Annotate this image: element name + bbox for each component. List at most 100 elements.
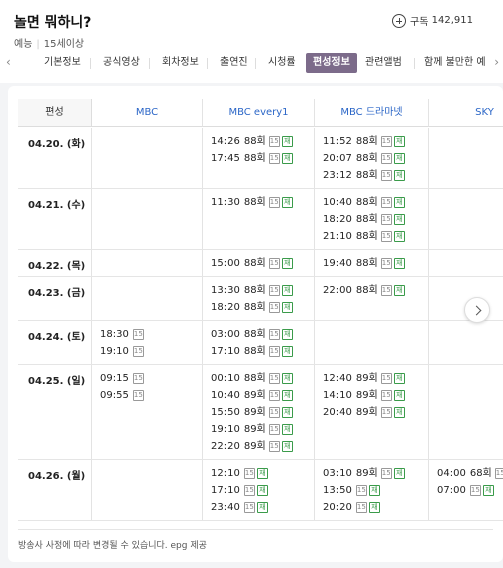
episode-number: 88회 — [243, 153, 266, 164]
tab-episode-info[interactable]: 회차정보 — [155, 53, 206, 73]
age-rating-badge: 15 — [380, 153, 392, 164]
schedule-cell — [429, 128, 503, 188]
rating-label: 15세이상 — [43, 39, 85, 50]
age-rating-badge: 15 — [268, 390, 280, 401]
schedule-date: 04.25. (일) — [18, 365, 92, 459]
age-rating-badge: 15 — [268, 302, 280, 313]
chevron-right-icon[interactable]: › — [494, 55, 499, 69]
schedule-cell: 12:40 89회 15 재 14:10 89회 15 재 20:40 89회 15 재 — [315, 365, 429, 459]
broadcast-entry: 00:10 88회 15 재 — [203, 370, 314, 387]
schedule-cell — [429, 365, 503, 459]
age-rating-badge: 15 — [380, 390, 392, 401]
tab-ratings[interactable]: 시청률 — [261, 53, 303, 73]
episode-number: 88회 — [355, 153, 378, 164]
broadcast-time: 19:10 — [100, 346, 129, 357]
tab-recommended[interactable]: 함께 불만한 예 — [417, 53, 487, 73]
rerun-badge: 재 — [281, 285, 293, 296]
age-rating-badge: 15 — [380, 373, 392, 384]
broadcast-entry: 09:15 15 — [92, 370, 202, 387]
schedule-note: 방송사 사정에 따라 변경될 수 있습니다. epg 제공 — [18, 541, 207, 551]
age-rating-badge: 15 — [132, 390, 144, 401]
chevron-left-icon[interactable]: ‹ — [6, 55, 11, 69]
schedule-cell: 04:0068회15재07:0015재 — [429, 460, 503, 520]
broadcast-entry: 23:12 88회 15 재 — [315, 167, 428, 184]
episode-number: 88회 — [243, 329, 266, 340]
broadcast-time: 23:40 — [211, 502, 240, 513]
episode-number: 89회 — [355, 468, 378, 479]
schedule-cell: 13:30 88회 15 재 18:20 88회 15 재 — [203, 277, 315, 320]
rerun-badge: 재 — [281, 153, 293, 164]
program-title: 놀면 뭐하니? — [14, 15, 92, 31]
subscribe-button[interactable]: 구독 142,911 — [392, 13, 473, 28]
schedule-cell — [429, 321, 503, 364]
date-column-header: 편성 — [18, 99, 92, 127]
broadcast-time: 17:45 — [211, 153, 240, 164]
broadcast-entry: 13:50 15 재 — [315, 482, 428, 499]
schedule-cell — [92, 128, 203, 188]
plus-icon — [392, 13, 407, 28]
schedule-cell — [92, 277, 203, 320]
broadcast-time: 10:40 — [323, 197, 352, 208]
broadcast-time: 18:20 — [211, 302, 240, 313]
broadcast-entry: 11:52 88회 15 재 — [315, 133, 428, 150]
rerun-badge: 재 — [393, 407, 405, 418]
schedule-cell: 22:00 88회 15 재 — [315, 277, 429, 320]
tab-basic-info[interactable]: 기본정보 — [37, 53, 88, 73]
broadcast-entry: 13:30 88회 15 재 — [203, 282, 314, 299]
age-rating-badge: 15 — [268, 373, 280, 384]
schedule-date: 04.20. (화) — [18, 128, 92, 188]
age-rating-badge: 15 — [132, 373, 144, 384]
tab-official-video[interactable]: 공식영상 — [96, 53, 147, 73]
age-rating-badge: 15 — [268, 136, 280, 147]
episode-number: 68회 — [469, 468, 492, 479]
episode-number: 88회 — [355, 170, 378, 181]
rerun-badge: 재 — [281, 424, 293, 435]
tab-cast[interactable]: 출연진 — [213, 53, 255, 73]
schedule-card: 편성 MBC MBC every1 MBC 드라마넷 SKY 04.20. (화… — [8, 86, 503, 562]
episode-number: 88회 — [243, 346, 266, 357]
age-rating-badge: 15 — [355, 502, 367, 513]
genre-label: 예능 — [14, 39, 33, 50]
age-rating-badge: 15 — [469, 485, 481, 496]
broadcast-entry: 18:20 88회 15 재 — [315, 211, 428, 228]
broadcast-time: 23:12 — [323, 170, 352, 181]
age-rating-badge: 15 — [380, 468, 392, 479]
schedule-cell — [92, 250, 203, 276]
episode-number: 89회 — [355, 390, 378, 401]
schedule-cell: 15:00 88회 15 재 — [203, 250, 315, 276]
age-rating-badge: 15 — [268, 285, 280, 296]
broadcast-time: 22:20 — [211, 441, 240, 452]
episode-number: 88회 — [243, 197, 266, 208]
broadcast-entry: 04:0068회15재 — [429, 465, 503, 482]
age-rating-badge: 15 — [132, 329, 144, 340]
broadcast-entry: 20:07 88회 15 재 — [315, 150, 428, 167]
rerun-badge: 재 — [256, 468, 268, 479]
episode-number: 89회 — [355, 407, 378, 418]
schedule-cell — [315, 321, 429, 364]
broadcast-time: 19:10 — [211, 424, 240, 435]
rerun-badge: 재 — [393, 153, 405, 164]
schedule-cell — [429, 250, 503, 276]
next-page-button[interactable] — [464, 297, 490, 323]
rerun-badge: 재 — [281, 136, 293, 147]
schedule-table: 편성 MBC MBC every1 MBC 드라마넷 SKY 04.20. (화… — [18, 99, 503, 527]
episode-number: 89회 — [243, 407, 266, 418]
rerun-badge: 재 — [281, 441, 293, 452]
broadcast-time: 03:10 — [323, 468, 352, 479]
schedule-cell: 03:10 89회 15 재 13:50 15 재 20:20 15 재 — [315, 460, 429, 520]
broadcast-time: 03:00 — [211, 329, 240, 340]
episode-number: 88회 — [243, 302, 266, 313]
broadcast-entry: 03:00 88회 15 재 — [203, 326, 314, 343]
episode-number: 88회 — [243, 136, 266, 147]
schedule-cell: 12:10 15 재 17:10 15 재 23:40 15 재 — [203, 460, 315, 520]
channel-header-mbc-drama: MBC 드라마넷 — [315, 99, 429, 127]
broadcast-entry: 07:00 15 재 — [429, 482, 503, 499]
age-rating-badge: 15 — [380, 258, 392, 269]
rerun-badge: 재 — [281, 258, 293, 269]
broadcast-time: 12:10 — [211, 468, 240, 479]
tab-related-album[interactable]: 관련앨범 — [358, 53, 409, 73]
episode-number: 89회 — [355, 373, 378, 384]
broadcast-entry: 17:10 88회 15 재 — [203, 343, 314, 360]
age-rating-badge: 15 — [494, 468, 503, 479]
tab-schedule[interactable]: 편성정보 — [306, 53, 357, 73]
